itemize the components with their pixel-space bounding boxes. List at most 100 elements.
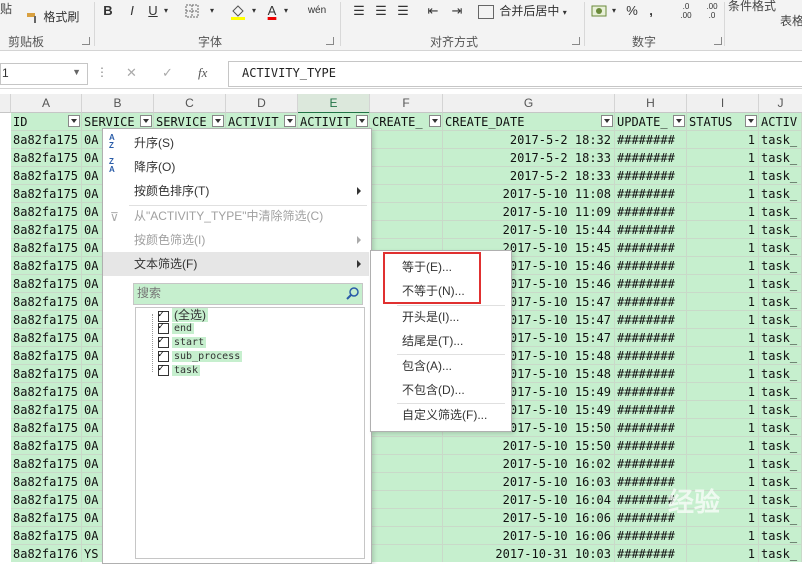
table-cell[interactable]: task_ [759, 149, 802, 167]
font-color-dropdown-icon[interactable]: ▾ [282, 2, 290, 20]
table-cell[interactable] [370, 149, 443, 167]
table-cell[interactable]: task_ [759, 275, 802, 293]
table-cell[interactable]: 8a82fa175 [11, 455, 82, 473]
table-cell[interactable]: 1 [687, 239, 759, 257]
table-cell[interactable]: 8a82fa175 [11, 131, 82, 149]
header-cell[interactable]: ACTIV [759, 113, 802, 131]
cancel-icon[interactable]: ✕ [126, 65, 137, 81]
underline-button[interactable]: U [146, 2, 160, 20]
table-cell[interactable]: 1 [687, 383, 759, 401]
header-cell[interactable]: CREATE_ [370, 113, 443, 131]
paste-label[interactable]: 贴 [0, 0, 12, 17]
align-left-icon[interactable]: ☰ [350, 2, 368, 20]
table-cell[interactable]: task_ [759, 185, 802, 203]
table-cell[interactable]: 2017-10-31 10:03 [443, 545, 615, 562]
table-cell[interactable]: ######## [615, 311, 687, 329]
table-cell[interactable]: 8a82fa175 [11, 365, 82, 383]
bold-button[interactable]: B [100, 2, 116, 20]
column-header-d[interactable]: D [226, 94, 298, 113]
chevron-down-icon[interactable]: ▼ [72, 67, 81, 77]
table-cell[interactable]: 2017-5-10 16:06 [443, 527, 615, 545]
table-cell[interactable]: ######## [615, 545, 687, 562]
table-cell[interactable]: 8a82fa175 [11, 167, 82, 185]
table-cell[interactable] [370, 131, 443, 149]
formula-input[interactable]: ACTIVITY_TYPE [228, 61, 802, 87]
ends-with-item[interactable]: 结尾是(T)... [371, 329, 509, 353]
filter-dropdown-button[interactable] [429, 115, 441, 127]
table-cell[interactable]: 1 [687, 275, 759, 293]
more-icon[interactable]: ⋮ [96, 65, 108, 79]
pinyin-button[interactable]: wén [306, 2, 328, 20]
table-cell[interactable] [370, 203, 443, 221]
clipboard-launcher-icon[interactable] [82, 37, 90, 45]
filter-dropdown-button[interactable] [601, 115, 613, 127]
table-cell[interactable]: 8a82fa175 [11, 383, 82, 401]
underline-dropdown-icon[interactable]: ▾ [162, 2, 170, 20]
column-header-a[interactable]: A [11, 94, 82, 113]
table-cell[interactable]: 1 [687, 149, 759, 167]
list-item[interactable]: sub_process [158, 348, 243, 364]
table-cell[interactable]: 8a82fa175 [11, 185, 82, 203]
header-cell[interactable]: UPDATE_ [615, 113, 687, 131]
table-cell[interactable]: 1 [687, 545, 759, 562]
table-cell[interactable] [370, 491, 443, 509]
table-cell[interactable]: 8a82fa175 [11, 293, 82, 311]
table-cell[interactable]: task_ [759, 221, 802, 239]
border-dropdown-icon[interactable]: ▾ [208, 2, 216, 20]
table-cell[interactable] [370, 221, 443, 239]
column-header-g[interactable]: G [443, 94, 615, 113]
table-cell[interactable]: 8a82fa175 [11, 437, 82, 455]
table-cell[interactable]: ######## [615, 221, 687, 239]
font-launcher-icon[interactable] [326, 37, 334, 45]
table-cell[interactable]: ######## [615, 257, 687, 275]
table-cell[interactable]: 8a82fa175 [11, 419, 82, 437]
table-cell[interactable]: ######## [615, 383, 687, 401]
table-cell[interactable]: 2017-5-10 15:50 [443, 437, 615, 455]
table-cell[interactable]: 8a82fa175 [11, 221, 82, 239]
table-cell[interactable]: ######## [615, 365, 687, 383]
column-header-h[interactable]: H [615, 94, 687, 113]
table-cell[interactable]: task_ [759, 293, 802, 311]
table-cell[interactable]: 2017-5-10 15:44 [443, 221, 615, 239]
increase-indent-icon[interactable]: ⇥ [448, 2, 466, 20]
list-item[interactable]: start [158, 334, 207, 350]
table-cell[interactable]: 1 [687, 347, 759, 365]
currency-icon[interactable] [590, 2, 608, 20]
table-cell[interactable]: 1 [687, 329, 759, 347]
table-cell[interactable]: 8a82fa175 [11, 257, 82, 275]
table-cell[interactable]: ######## [615, 347, 687, 365]
table-cell[interactable]: 1 [687, 131, 759, 149]
table-cell[interactable] [370, 509, 443, 527]
checkbox-checked-icon[interactable] [158, 334, 169, 348]
table-cell[interactable]: task_ [759, 437, 802, 455]
table-cell[interactable]: ######## [615, 455, 687, 473]
filter-dropdown-button[interactable] [68, 115, 80, 127]
table-cell[interactable]: 1 [687, 437, 759, 455]
table-cell[interactable]: ######## [615, 419, 687, 437]
column-header-i[interactable]: I [687, 94, 759, 113]
filter-by-color-item[interactable]: 按颜色筛选(I) [103, 228, 369, 252]
filter-dropdown-button[interactable] [356, 115, 368, 127]
enter-icon[interactable]: ✓ [162, 65, 173, 81]
table-cell[interactable]: ######## [615, 185, 687, 203]
table-cell[interactable] [370, 527, 443, 545]
sort-ascending-item[interactable]: AZ 升序(S) [103, 131, 369, 155]
table-cell[interactable]: ######## [615, 149, 687, 167]
table-cell[interactable]: 2017-5-10 16:06 [443, 509, 615, 527]
table-cell[interactable]: ######## [615, 275, 687, 293]
table-cell[interactable]: task_ [759, 545, 802, 562]
table-cell[interactable] [370, 185, 443, 203]
table-cell[interactable]: task_ [759, 203, 802, 221]
column-header-f[interactable]: F [370, 94, 443, 113]
checkbox-checked-icon[interactable] [158, 362, 169, 376]
table-cell[interactable]: ######## [615, 203, 687, 221]
table-cell[interactable]: 1 [687, 419, 759, 437]
contains-item[interactable]: 包含(A)... [371, 354, 509, 378]
table-cell[interactable]: 8a82fa175 [11, 149, 82, 167]
header-cell[interactable]: CREATE_DATE [443, 113, 615, 131]
table-cell[interactable]: task_ [759, 365, 802, 383]
table-cell[interactable] [370, 455, 443, 473]
filter-dropdown-button[interactable] [212, 115, 224, 127]
table-cell[interactable]: 2017-5-2 18:33 [443, 149, 615, 167]
list-item[interactable]: task [158, 362, 201, 378]
